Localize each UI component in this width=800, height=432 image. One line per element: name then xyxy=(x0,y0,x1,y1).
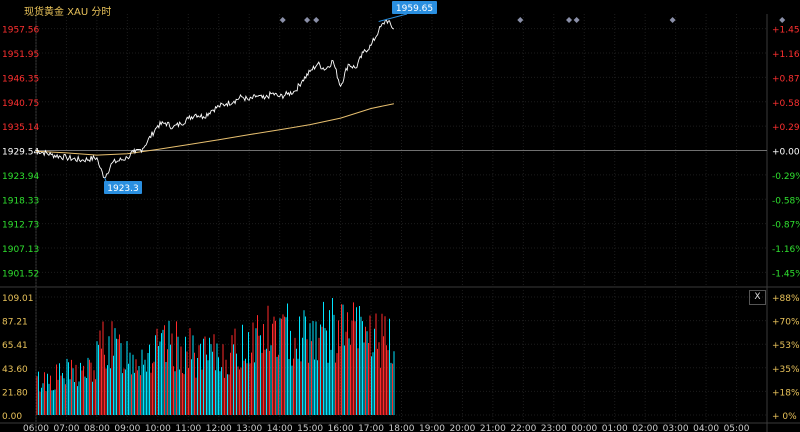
event-markers xyxy=(279,17,786,23)
percent-tick-label: +1.16% xyxy=(772,50,800,60)
volume-percent-label: +53% xyxy=(772,341,800,351)
price-tick-label: 1946.35 xyxy=(2,74,39,84)
time-tick-label: 05:00 xyxy=(724,424,750,432)
chart-title: 现货黄金 XAU 分时 xyxy=(24,7,112,18)
price-axis-labels: 1957.56 1951.95 1946.35 1940.75 1935.14 1929.… xyxy=(2,26,39,422)
volume-tick-label: 65.41 xyxy=(2,341,28,351)
volume-tick-label: 87.21 xyxy=(2,318,28,328)
time-tick-label: 17:00 xyxy=(358,424,384,432)
price-tick-label: 1901.52 xyxy=(2,269,39,279)
event-marker xyxy=(566,17,573,23)
time-tick-label: 15:00 xyxy=(297,424,323,432)
volume-bars xyxy=(36,298,395,415)
average-series xyxy=(35,103,395,156)
time-tick-label: 22:00 xyxy=(510,424,536,432)
low-callout-pointer xyxy=(104,177,107,182)
time-tick-label: 12:00 xyxy=(206,424,232,432)
volume-tick-label: 0.00 xyxy=(2,412,22,422)
time-tick-label: 14:00 xyxy=(267,424,293,432)
price-tick-label: 1918.33 xyxy=(2,196,39,206)
time-tick-label: 07:00 xyxy=(53,424,79,432)
percent-tick-label: -0.58% xyxy=(772,196,800,206)
volume-percent-label: +70% xyxy=(772,318,800,328)
high-low-callouts: 1959.65 1923.3 xyxy=(104,1,437,194)
price-tick-label: 1940.75 xyxy=(2,99,39,109)
percent-tick-label: -0.87% xyxy=(772,221,800,231)
time-tick-label: 00:00 xyxy=(571,424,597,432)
time-tick-label: 16:00 xyxy=(328,424,354,432)
volume-tick-label: 43.60 xyxy=(2,365,28,375)
event-marker xyxy=(573,17,580,23)
percent-tick-label: +0.29% xyxy=(772,123,800,133)
event-marker xyxy=(779,17,786,23)
time-tick-label: 10:00 xyxy=(145,424,171,432)
volume-tick-label: 109.01 xyxy=(2,294,34,304)
time-tick-label: 03:00 xyxy=(663,424,689,432)
average-price-line xyxy=(35,103,395,156)
percent-tick-label: +0.58% xyxy=(772,99,800,109)
event-marker xyxy=(304,17,311,23)
percent-tick-label: -0.29% xyxy=(772,172,800,182)
percent-tick-label: -1.16% xyxy=(772,245,800,255)
time-tick-label: 23:00 xyxy=(541,424,567,432)
time-tick-label: 13:00 xyxy=(236,424,262,432)
price-tick-label: 1912.73 xyxy=(2,221,39,231)
volume-percent-label: +35% xyxy=(772,365,800,375)
price-tick-label: 1951.95 xyxy=(2,50,39,60)
time-axis-labels: 06:00 07:00 08:00 09:00 10:00 11:00 12:00 13:00… xyxy=(23,424,750,432)
time-tick-label: 11:00 xyxy=(175,424,201,432)
time-tick-label: 09:00 xyxy=(114,424,140,432)
percent-tick-label: +0.00% xyxy=(772,148,800,158)
volume-percent-label: + 0% xyxy=(772,412,797,422)
time-tick-label: 04:00 xyxy=(693,424,719,432)
percent-tick-label: +0.87% xyxy=(772,74,800,84)
price-tick-label: 1923.94 xyxy=(2,172,39,182)
low-callout-label: 1923.3 xyxy=(107,184,139,194)
percent-tick-label: +1.45% xyxy=(772,26,800,36)
price-tick-label: 1929.54 xyxy=(2,148,39,158)
time-tick-label: 18:00 xyxy=(389,424,415,432)
percent-tick-label: -1.45% xyxy=(772,269,800,279)
high-callout-label: 1959.65 xyxy=(396,4,433,14)
percent-axis-labels: +1.45% +1.16% +0.87% +0.58% +0.29% +0.00% -0.2… xyxy=(772,26,800,422)
price-tick-label: 1957.56 xyxy=(2,26,39,36)
price-tick-label: 1907.13 xyxy=(2,245,39,255)
volume-percent-label: +18% xyxy=(772,388,800,398)
volume-percent-label: +88% xyxy=(772,294,800,304)
chart-canvas: 1957.56 1951.95 1946.35 1940.75 1935.14 1929.… xyxy=(0,1,800,432)
event-marker xyxy=(313,17,320,23)
time-tick-label: 20:00 xyxy=(449,424,475,432)
event-marker xyxy=(517,17,524,23)
high-callout-pointer xyxy=(378,13,408,23)
close-volume-button[interactable]: X xyxy=(749,290,766,305)
time-tick-label: 01:00 xyxy=(602,424,628,432)
event-marker xyxy=(669,17,676,23)
price-tick-label: 1935.14 xyxy=(2,123,39,133)
time-tick-label: 21:00 xyxy=(480,424,506,432)
time-tick-label: 08:00 xyxy=(84,424,110,432)
time-tick-label: 06:00 xyxy=(23,424,49,432)
time-tick-label: 19:00 xyxy=(419,424,445,432)
volume-tick-label: 21.80 xyxy=(2,388,28,398)
time-tick-label: 02:00 xyxy=(632,424,658,432)
event-marker xyxy=(279,17,286,23)
